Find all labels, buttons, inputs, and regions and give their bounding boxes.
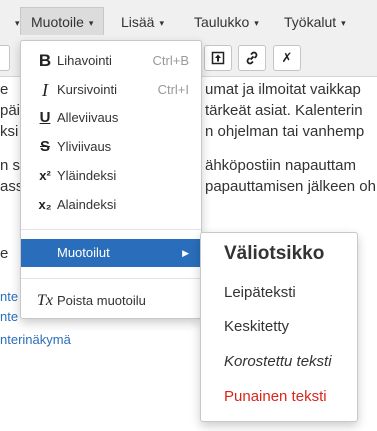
chevron-down-icon: ▾ xyxy=(341,18,346,28)
clear-formatting-icon: Tx xyxy=(37,292,53,309)
editor-line: n s xyxy=(0,157,21,174)
menu-item-shortcut: Ctrl+I xyxy=(157,82,189,97)
formats-submenu: Väliotsikko Leipäteksti Keskitetty Koros… xyxy=(200,232,358,422)
chevron-down-icon: ▾ xyxy=(88,18,94,28)
format-heading[interactable]: Väliotsikko xyxy=(224,243,324,265)
link-icon xyxy=(246,51,258,65)
editor-line: n ohjelman tai vanhemp xyxy=(205,123,365,140)
menu-taulukko-label: Taulukko xyxy=(194,14,250,30)
menu-item-label: Muotoilut xyxy=(57,245,110,260)
menubar-item-partial[interactable]: ▾ xyxy=(0,8,20,36)
menu-muotoile-label: Muotoile xyxy=(31,14,84,30)
insert-link-button[interactable] xyxy=(238,45,266,71)
underline-icon: U xyxy=(39,109,51,126)
editor-link[interactable]: nte xyxy=(0,309,18,324)
superscript-icon: x² xyxy=(39,168,51,183)
menu-lisaa-label: Lisää xyxy=(121,14,155,30)
menu-item-bold[interactable]: B Lihavointi Ctrl+B xyxy=(21,47,201,75)
editor-line: umat ja ilmoitat vaikkap xyxy=(205,81,361,98)
menu-item-shortcut: Ctrl+B xyxy=(152,53,189,68)
menubar-partial-caret: ▾ xyxy=(15,18,20,28)
editor-line: papauttamisen jälkeen oh xyxy=(205,178,376,195)
menu-item-underline[interactable]: U Alleviivaus xyxy=(21,104,201,132)
format-centered[interactable]: Keskitetty xyxy=(224,318,289,335)
menu-item-subscript[interactable]: x₂ Alaindeksi xyxy=(21,191,201,219)
menu-item-label: Poista muotoilu xyxy=(57,293,146,308)
editor-line: ähköpostiin napauttam xyxy=(205,157,356,174)
editor-line: ksi xyxy=(0,123,19,140)
italic-icon: I xyxy=(42,80,48,100)
editor-line: e xyxy=(0,245,9,262)
menu-lisaa[interactable]: Lisää ▾ xyxy=(111,8,174,36)
bold-icon: B xyxy=(38,51,52,70)
menu-divider xyxy=(21,278,201,279)
menu-tyokalut[interactable]: Työkalut ▾ xyxy=(274,8,356,36)
menu-item-label: Kursivointi xyxy=(57,82,117,97)
menu-item-label: Alleviivaus xyxy=(57,110,119,125)
menu-item-formats[interactable]: Muotoilut ▶ xyxy=(21,239,201,267)
unlink-icon: ✗ xyxy=(281,50,293,65)
menu-item-italic[interactable]: I Kursivointi Ctrl+I xyxy=(21,76,201,104)
strikethrough-icon: S xyxy=(39,138,50,155)
subscript-icon: x₂ xyxy=(38,197,52,212)
menu-item-label: Yliviivaus xyxy=(57,139,112,154)
chevron-down-icon: ▾ xyxy=(254,18,259,28)
upload-icon xyxy=(211,51,225,65)
menu-taulukko[interactable]: Taulukko ▾ xyxy=(184,8,269,36)
insert-image-button[interactable] xyxy=(204,45,232,71)
menu-muotoile[interactable]: Muotoile ▾ xyxy=(20,7,105,35)
chevron-down-icon: ▾ xyxy=(159,18,164,28)
format-body-text[interactable]: Leipäteksti xyxy=(224,284,296,301)
menu-tyokalut-label: Työkalut xyxy=(284,14,337,30)
format-menu: B Lihavointi Ctrl+B I Kursivointi Ctrl+I… xyxy=(20,40,202,319)
editor-link[interactable]: nterinäkymä xyxy=(0,332,71,347)
menu-divider xyxy=(21,229,201,230)
menu-item-superscript[interactable]: x² Yläindeksi xyxy=(21,162,201,190)
editor-link[interactable]: nte xyxy=(0,289,18,304)
menu-item-strikethrough[interactable]: S Yliviivaus xyxy=(21,133,201,161)
menu-item-label: Alaindeksi xyxy=(57,197,117,212)
format-emphasized[interactable]: Korostettu teksti xyxy=(224,353,332,370)
menu-item-label: Yläindeksi xyxy=(57,168,117,183)
menu-item-label: Lihavointi xyxy=(57,53,112,68)
remove-link-button[interactable]: ✗ xyxy=(273,45,301,71)
format-red-text[interactable]: Punainen teksti xyxy=(224,388,327,405)
menubar: ▾ Muotoile ▾ Lisää ▾ Taulukko ▾ Työkalut ▾ xyxy=(0,0,377,41)
menu-item-clear-formatting[interactable]: Tx Poista muotoilu xyxy=(21,287,201,315)
toolbar-partial-button[interactable] xyxy=(0,45,10,71)
chevron-right-icon: ▶ xyxy=(182,248,189,258)
editor-line: tärkeät asiat. Kalenterin xyxy=(205,102,363,119)
